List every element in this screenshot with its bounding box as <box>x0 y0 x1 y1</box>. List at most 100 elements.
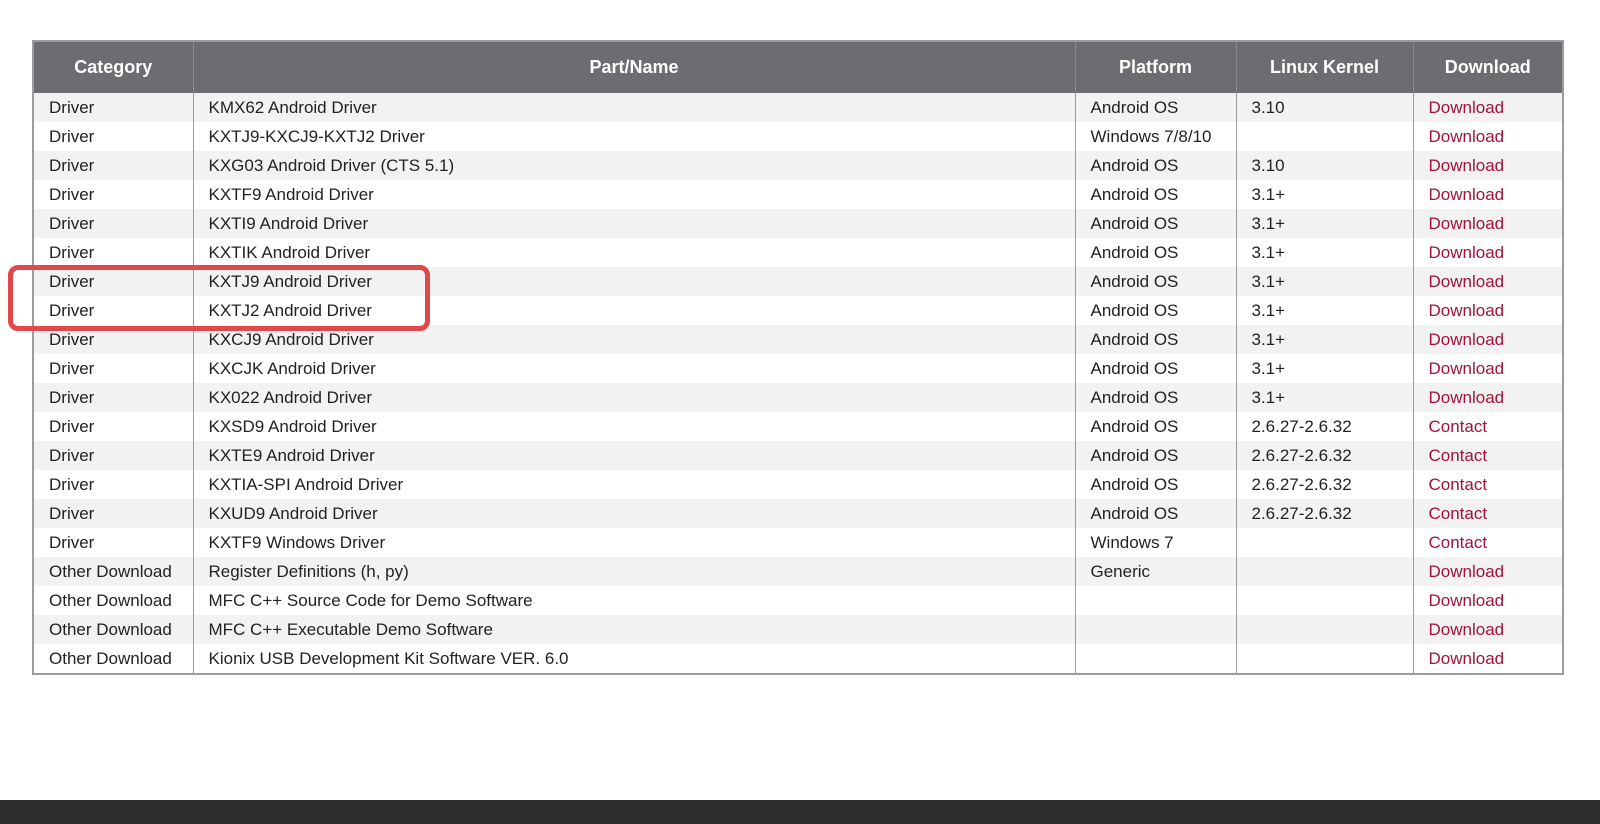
cell-part-name: KXUD9 Android Driver <box>192 499 1076 528</box>
download-link[interactable]: Download <box>1412 325 1564 354</box>
download-link[interactable]: Contact <box>1412 441 1564 470</box>
table-row: Driver KXTJ9 Android Driver Android OS 3.1+… <box>32 267 1564 296</box>
cell-linux-kernel: 3.1+ <box>1235 209 1414 238</box>
cell-part-name: MFC C++ Executable Demo Software <box>192 615 1076 644</box>
cell-platform: Android OS <box>1074 499 1237 528</box>
table-row: Driver KXTIA-SPI Android Driver Android OS… <box>32 470 1564 499</box>
download-link[interactable]: Download <box>1412 354 1564 383</box>
table-header: Category Part/Name Platform Linux Kernel… <box>32 41 1564 93</box>
table-row: Driver KXTI9 Android Driver Android OS 3.1+… <box>32 209 1564 238</box>
table-row: Driver KXCJ9 Android Driver Android OS 3.1+… <box>32 325 1564 354</box>
cell-platform: Android OS <box>1074 470 1237 499</box>
cell-category: Driver <box>32 528 194 557</box>
table-row: Driver KXCJK Android Driver Android OS 3.1+… <box>32 354 1564 383</box>
cell-part-name: Kionix USB Development Kit Software VER.… <box>192 644 1076 674</box>
cell-linux-kernel <box>1235 615 1414 644</box>
table-row: Driver KXTJ9-KXCJ9-KXTJ2 Driver Windows 7/… <box>32 122 1564 151</box>
table-row: Driver KXG03 Android Driver (CTS 5.1) Andr… <box>32 151 1564 180</box>
download-link[interactable]: Download <box>1412 180 1564 209</box>
cell-linux-kernel: 3.1+ <box>1235 267 1414 296</box>
table-row: Driver KXTF9 Android Driver Android OS 3.1+… <box>32 180 1564 209</box>
cell-linux-kernel <box>1235 557 1414 586</box>
table-row: Driver KMX62 Android Driver Android OS 3.10… <box>32 93 1564 122</box>
column-header-category[interactable]: Category <box>32 41 194 93</box>
cell-linux-kernel <box>1235 586 1414 615</box>
cell-part-name: KX022 Android Driver <box>192 383 1076 412</box>
cell-linux-kernel: 2.6.27-2.6.32 <box>1235 441 1414 470</box>
table-row: Driver KXTF9 Windows Driver Windows 7 Conta… <box>32 528 1564 557</box>
cell-category: Driver <box>32 354 194 383</box>
cell-category: Driver <box>32 412 194 441</box>
cell-category: Driver <box>32 209 194 238</box>
cell-linux-kernel <box>1235 528 1414 557</box>
download-link[interactable]: Contact <box>1412 528 1564 557</box>
cell-platform <box>1074 586 1237 615</box>
cell-linux-kernel: 3.1+ <box>1235 325 1414 354</box>
cell-part-name: KXTIK Android Driver <box>192 238 1076 267</box>
download-link[interactable]: Download <box>1412 296 1564 325</box>
cell-category: Driver <box>32 499 194 528</box>
cell-linux-kernel: 3.1+ <box>1235 238 1414 267</box>
download-link[interactable]: Contact <box>1412 470 1564 499</box>
download-link[interactable]: Download <box>1412 151 1564 180</box>
table-row: Other Download MFC C++ Executable Demo So… <box>32 615 1564 644</box>
column-header-linux-kernel[interactable]: Linux Kernel <box>1235 41 1414 93</box>
cell-part-name: KXTIA-SPI Android Driver <box>192 470 1076 499</box>
cell-part-name: KMX62 Android Driver <box>192 93 1076 122</box>
cell-category: Other Download <box>32 615 194 644</box>
download-link[interactable]: Download <box>1412 586 1564 615</box>
cell-part-name: KXTI9 Android Driver <box>192 209 1076 238</box>
table-row: Driver KXTIK Android Driver Android OS 3.1+… <box>32 238 1564 267</box>
cell-platform: Android OS <box>1074 354 1237 383</box>
cell-part-name: Register Definitions (h, py) <box>192 557 1076 586</box>
cell-linux-kernel: 3.10 <box>1235 93 1414 122</box>
download-link[interactable]: Download <box>1412 209 1564 238</box>
cell-part-name: MFC C++ Source Code for Demo Software <box>192 586 1076 615</box>
header-row: Category Part/Name Platform Linux Kernel… <box>32 41 1564 93</box>
downloads-table: Category Part/Name Platform Linux Kernel… <box>32 40 1564 675</box>
cell-category: Driver <box>32 296 194 325</box>
cell-linux-kernel: 2.6.27-2.6.32 <box>1235 499 1414 528</box>
column-header-download[interactable]: Download <box>1412 41 1564 93</box>
table-row: Other Download MFC C++ Source Code for De… <box>32 586 1564 615</box>
download-link[interactable]: Download <box>1412 267 1564 296</box>
cell-part-name: KXTJ9-KXCJ9-KXTJ2 Driver <box>192 122 1076 151</box>
table-row: Other Download Kionix USB Development Kit… <box>32 644 1564 674</box>
download-link[interactable]: Download <box>1412 238 1564 267</box>
download-link[interactable]: Download <box>1412 615 1564 644</box>
download-link[interactable]: Contact <box>1412 412 1564 441</box>
cell-platform: Android OS <box>1074 383 1237 412</box>
download-link[interactable]: Download <box>1412 557 1564 586</box>
cell-linux-kernel: 3.10 <box>1235 151 1414 180</box>
download-link[interactable]: Download <box>1412 383 1564 412</box>
download-link[interactable]: Download <box>1412 93 1564 122</box>
cell-linux-kernel: 3.1+ <box>1235 296 1414 325</box>
table-row: Driver KX022 Android Driver Android OS 3.1+… <box>32 383 1564 412</box>
cell-platform: Generic <box>1074 557 1237 586</box>
cell-category: Driver <box>32 93 194 122</box>
cell-linux-kernel: 2.6.27-2.6.32 <box>1235 470 1414 499</box>
table-row: Driver KXUD9 Android Driver Android OS 2.6.… <box>32 499 1564 528</box>
cell-linux-kernel: 3.1+ <box>1235 180 1414 209</box>
cell-category: Other Download <box>32 557 194 586</box>
page: Category Part/Name Platform Linux Kernel… <box>0 0 1600 824</box>
cell-linux-kernel <box>1235 644 1414 674</box>
cell-category: Driver <box>32 267 194 296</box>
download-link[interactable]: Contact <box>1412 499 1564 528</box>
cell-platform: Android OS <box>1074 325 1237 354</box>
table-row: Driver KXTE9 Android Driver Android OS 2.6.… <box>32 441 1564 470</box>
cell-part-name: KXTJ2 Android Driver <box>192 296 1076 325</box>
cell-platform: Android OS <box>1074 151 1237 180</box>
column-header-platform[interactable]: Platform <box>1074 41 1237 93</box>
column-header-part-name[interactable]: Part/Name <box>192 41 1076 93</box>
cell-platform: Android OS <box>1074 93 1237 122</box>
cell-platform: Android OS <box>1074 441 1237 470</box>
download-link[interactable]: Download <box>1412 122 1564 151</box>
cell-category: Other Download <box>32 644 194 674</box>
cell-platform: Windows 7 <box>1074 528 1237 557</box>
cell-platform: Android OS <box>1074 267 1237 296</box>
download-link[interactable]: Download <box>1412 644 1564 674</box>
table-row: Driver KXTJ2 Android Driver Android OS 3.1+… <box>32 296 1564 325</box>
cell-platform: Windows 7/8/10 <box>1074 122 1237 151</box>
cell-category: Driver <box>32 383 194 412</box>
